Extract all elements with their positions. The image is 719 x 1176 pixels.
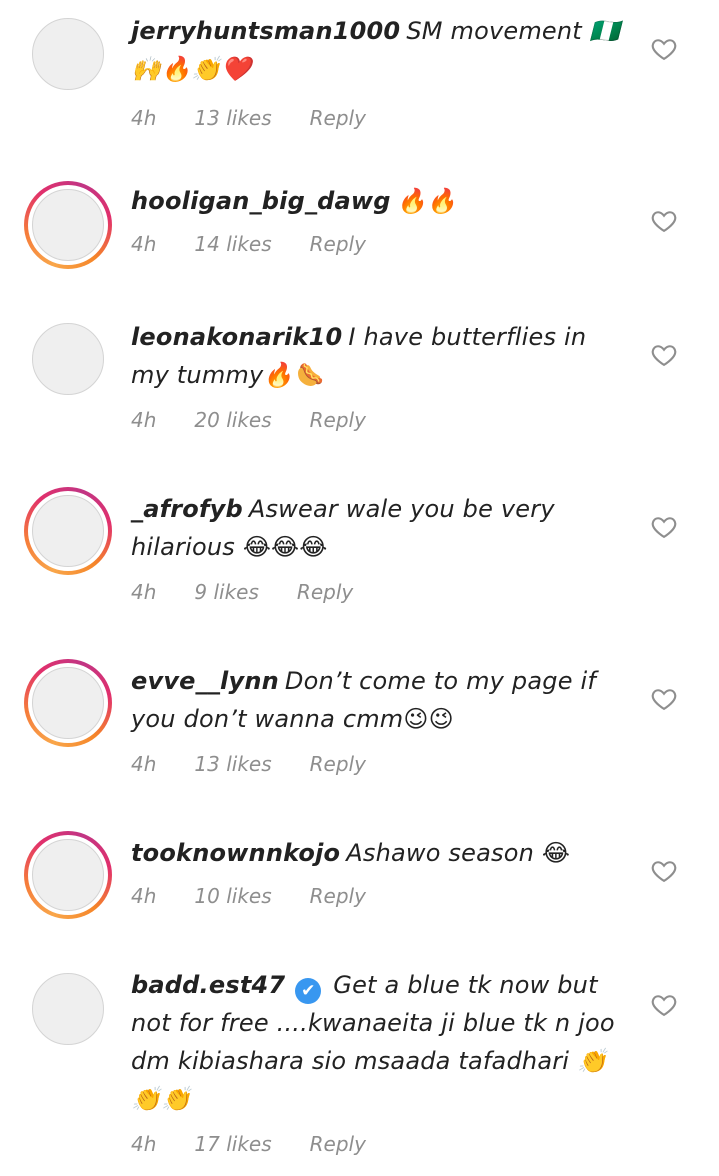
reply-button[interactable]: Reply <box>310 884 366 908</box>
comment-text-line: leonakonarik10 I have butterflies in my t… <box>131 318 626 394</box>
reply-button[interactable]: Reply <box>310 408 366 432</box>
comment-likes[interactable]: 10 likes <box>194 884 271 908</box>
comment-meta: 4h 17 likes Reply <box>131 1132 626 1156</box>
comment-meta: 4h 9 likes Reply <box>131 580 626 604</box>
reply-button[interactable]: Reply <box>310 106 366 130</box>
comment-body: evve__lynn Don’t come to my page if you d… <box>131 662 626 776</box>
comment-username[interactable]: _afrofyb <box>131 495 243 523</box>
comment-text: 🔥🔥 <box>396 187 457 215</box>
avatar-image <box>32 323 104 395</box>
reply-button[interactable]: Reply <box>297 580 353 604</box>
comment-time: 4h <box>131 580 157 604</box>
comment-meta: 4h 14 likes Reply <box>131 232 626 256</box>
comment-username[interactable]: hooligan_big_dawg <box>131 187 391 215</box>
comment-meta: 4h 20 likes Reply <box>131 408 626 432</box>
comment-time: 4h <box>131 106 157 130</box>
comment-body: _afrofyb Aswear wale you be very hilariou… <box>131 490 626 604</box>
comment-likes[interactable]: 13 likes <box>194 106 271 130</box>
comment-body: badd.est47 ✔ Get a blue tk now but not for… <box>131 966 626 1156</box>
comment-text-line: tooknownnkojo Ashawo season 😂 <box>131 834 626 872</box>
comment-likes[interactable]: 13 likes <box>194 752 271 776</box>
avatar-image <box>32 667 104 739</box>
comment-username[interactable]: leonakonarik10 <box>131 323 342 351</box>
comment-likes[interactable]: 14 likes <box>194 232 271 256</box>
comment-time: 4h <box>131 884 157 908</box>
reply-button[interactable]: Reply <box>310 232 366 256</box>
avatar-image <box>32 18 104 90</box>
comment-meta: 4h 13 likes Reply <box>131 106 626 130</box>
comment-username[interactable]: evve__lynn <box>131 667 279 695</box>
avatar[interactable] <box>24 10 112 98</box>
comment-time: 4h <box>131 232 157 256</box>
heart-outline-icon[interactable] <box>650 35 678 63</box>
comment-text-line: _afrofyb Aswear wale you be very hilariou… <box>131 490 626 566</box>
comment-time: 4h <box>131 408 157 432</box>
verified-badge-icon: ✔ <box>295 978 322 1004</box>
comment-likes[interactable]: 17 likes <box>194 1132 271 1156</box>
avatar[interactable] <box>24 315 112 403</box>
comment-body: jerryhuntsman1000 SM movement 🇳🇬 🙌🔥👏❤️ 4h… <box>131 12 626 130</box>
comment-text-line: evve__lynn Don’t come to my page if you d… <box>131 662 626 738</box>
avatar-image <box>32 839 104 911</box>
comment-text-line: jerryhuntsman1000 SM movement 🇳🇬 🙌🔥👏❤️ <box>131 12 626 88</box>
avatar[interactable] <box>24 965 112 1053</box>
avatar-image <box>32 189 104 261</box>
comment-text: Ashawo season 😂 <box>346 839 571 867</box>
comment-time: 4h <box>131 752 157 776</box>
comment-meta: 4h 10 likes Reply <box>131 884 626 908</box>
comment-time: 4h <box>131 1132 157 1156</box>
heart-outline-icon[interactable] <box>650 341 678 369</box>
avatar-image <box>32 973 104 1045</box>
comment-likes[interactable]: 20 likes <box>194 408 271 432</box>
comment-username[interactable]: badd.est47 <box>131 971 285 999</box>
avatar[interactable] <box>24 181 112 269</box>
comment-text-line: badd.est47 ✔ Get a blue tk now but not for… <box>131 966 626 1118</box>
comment-username[interactable]: jerryhuntsman1000 <box>131 17 400 45</box>
heart-outline-icon[interactable] <box>650 207 678 235</box>
comment-body: hooligan_big_dawg 🔥🔥 4h 14 likes Reply <box>131 182 626 256</box>
comment-body: leonakonarik10 I have butterflies in my t… <box>131 318 626 432</box>
comment-likes[interactable]: 9 likes <box>194 580 259 604</box>
comment-text-line: hooligan_big_dawg 🔥🔥 <box>131 182 626 220</box>
heart-outline-icon[interactable] <box>650 685 678 713</box>
avatar[interactable] <box>24 831 112 919</box>
reply-button[interactable]: Reply <box>310 1132 366 1156</box>
heart-outline-icon[interactable] <box>650 991 678 1019</box>
comment-username[interactable]: tooknownnkojo <box>131 839 340 867</box>
avatar-image <box>32 495 104 567</box>
comment-meta: 4h 13 likes Reply <box>131 752 626 776</box>
heart-outline-icon[interactable] <box>650 513 678 541</box>
heart-outline-icon[interactable] <box>650 857 678 885</box>
avatar[interactable] <box>24 659 112 747</box>
reply-button[interactable]: Reply <box>310 752 366 776</box>
comment-body: tooknownnkojo Ashawo season 😂 4h 10 likes R… <box>131 834 626 908</box>
avatar[interactable] <box>24 487 112 575</box>
